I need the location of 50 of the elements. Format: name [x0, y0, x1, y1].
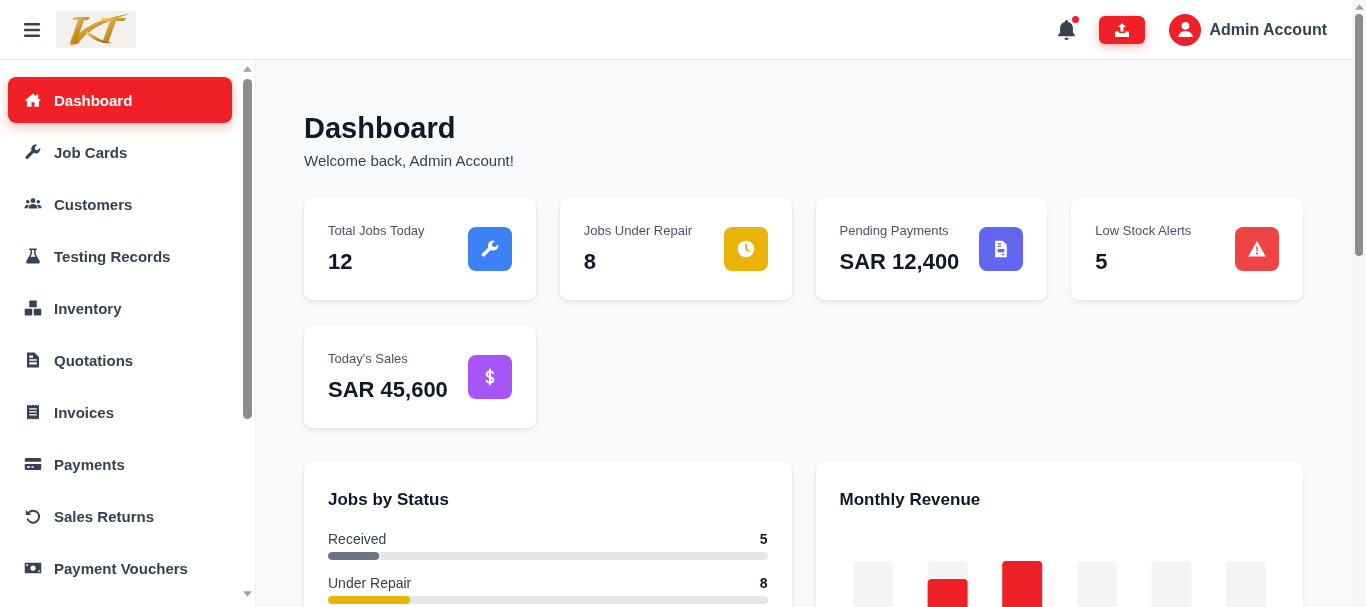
sidebar-item[interactable]: Sales Returns — [8, 493, 232, 539]
welcome-text: Welcome back, Admin Account! — [304, 151, 515, 171]
sidebar-item[interactable]: Customers — [8, 181, 232, 227]
house-icon — [24, 91, 42, 109]
status-label: Under Repair — [328, 574, 412, 593]
document-icon — [24, 351, 42, 369]
stat-label: Today's Sales — [328, 350, 408, 368]
boxes-icon — [24, 299, 42, 317]
stat-label: Low Stock Alerts — [1095, 222, 1192, 240]
scroll-up-icon[interactable] — [242, 66, 252, 72]
stat-label: Jobs Under Repair — [583, 222, 693, 240]
panel-title: Monthly Revenue — [839, 489, 982, 511]
stat-label: Pending Payments — [839, 222, 949, 240]
wrench-icon — [24, 143, 42, 161]
user-name[interactable]: Admin Account — [1209, 20, 1327, 39]
stat-label: Total Jobs Today — [328, 222, 425, 240]
credit-card-icon — [24, 455, 42, 473]
revenue-bar — [927, 579, 968, 607]
stat-value: 12 — [328, 248, 353, 276]
stat-value: 8 — [583, 248, 596, 276]
sidebar-item[interactable]: Dashboard — [8, 77, 232, 123]
panel-title: Jobs by Status — [328, 489, 450, 511]
bell-icon[interactable] — [1058, 19, 1076, 40]
sidebar-item[interactable]: Inventory — [8, 285, 232, 331]
menu-icon[interactable] — [24, 22, 40, 37]
status-count: 5 — [759, 530, 768, 549]
undo-icon — [24, 507, 42, 525]
status-label: Received — [328, 530, 387, 549]
scrollbar-thumb[interactable] — [242, 79, 252, 419]
sidebar-item[interactable]: Payment Vouchers — [8, 545, 232, 591]
scroll-down-icon[interactable] — [242, 591, 252, 597]
flask-icon — [24, 247, 42, 265]
sidebar-item[interactable]: Testing Records — [8, 233, 232, 279]
sidebar-item[interactable]: Quotations — [8, 337, 232, 383]
scrollbar-thumb[interactable] — [1355, 14, 1363, 256]
bar-track — [927, 561, 968, 579]
sidebar-item[interactable]: Payments — [8, 441, 232, 487]
avatar-icon[interactable] — [1169, 13, 1202, 46]
stat-value: 5 — [1095, 248, 1108, 276]
receipt-icon — [24, 403, 42, 421]
sidebar-item[interactable]: Invoices — [8, 389, 232, 435]
upload-button[interactable] — [1099, 15, 1146, 44]
stat-value: SAR 12,400 — [839, 248, 960, 276]
revenue-bar — [1001, 561, 1042, 607]
page-title: Dashboard — [304, 111, 457, 146]
scroll-up-icon[interactable] — [1354, 4, 1364, 10]
stat-value: SAR 45,600 — [328, 376, 448, 404]
sidebar-item[interactable]: Job Cards — [8, 129, 232, 175]
upload-icon — [1115, 22, 1130, 37]
status-count: 8 — [759, 574, 768, 593]
